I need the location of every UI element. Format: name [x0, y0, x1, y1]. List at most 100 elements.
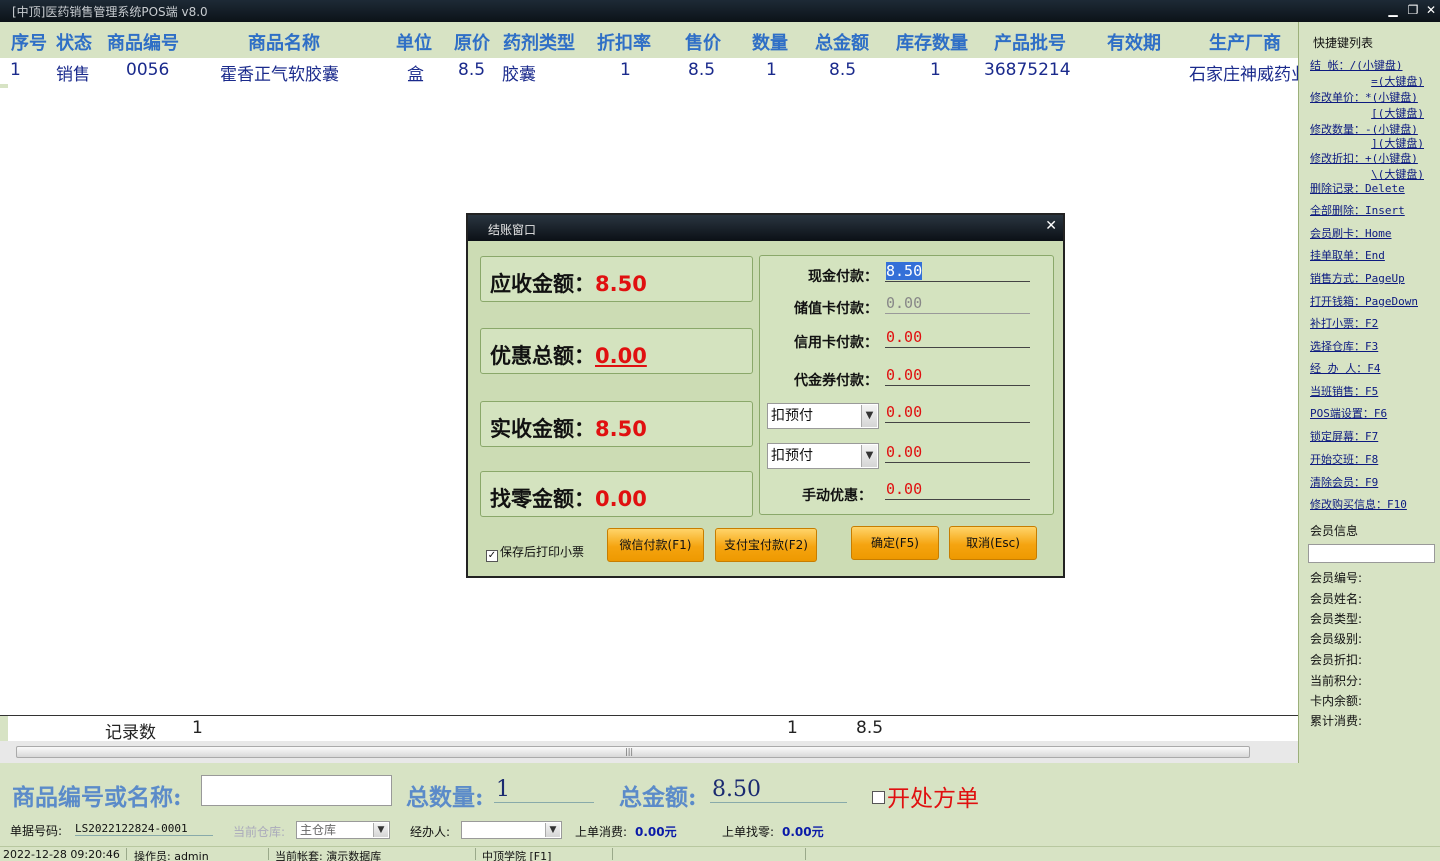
print-receipt-checkbox[interactable]: ✓ 保存后打印小票: [486, 543, 584, 562]
col-header-code[interactable]: 商品编号: [107, 29, 179, 55]
shortcut-edit-price[interactable]: 修改单价：*(小键盘): [1310, 89, 1418, 105]
cell-maker: 石家庄神威药业: [1189, 65, 1298, 85]
wechat-pay-button[interactable]: 微信付款(F1): [607, 528, 704, 562]
shortcut-edit-purchase[interactable]: 修改购买信息：F10: [1310, 496, 1407, 512]
manual-discount-input[interactable]: 0.00: [885, 480, 1030, 500]
voucher-label: 代金券付款：: [794, 373, 878, 389]
horizontal-scrollbar[interactable]: |||: [0, 741, 1298, 763]
discount-amount: 优惠总额：0.00: [490, 344, 647, 368]
col-header-batch[interactable]: 产品批号: [994, 29, 1066, 55]
total-amount-value: 8.50: [710, 777, 847, 803]
shortcut-member-card[interactable]: 会员刷卡：Home: [1310, 225, 1392, 241]
shortcut-checkout[interactable]: 结 帐：/(小键盘): [1310, 57, 1403, 73]
change-amount: 找零金额：0.00: [490, 487, 647, 511]
record-count-value: 1: [192, 718, 203, 738]
checkbox-icon[interactable]: [872, 791, 885, 804]
shortcut-handler[interactable]: 经 办 人：F4: [1310, 360, 1381, 376]
product-search-input[interactable]: [201, 775, 392, 806]
prepay-input-2[interactable]: 0.00: [885, 443, 1030, 463]
shortcut-checkout-alt[interactable]: =(大键盘): [1310, 73, 1424, 89]
chevron-down-icon[interactable]: ▼: [545, 823, 560, 837]
col-header-type[interactable]: 药剂类型: [503, 29, 575, 55]
stored-card-label: 储值卡付款：: [794, 301, 878, 317]
shortcut-clear-member[interactable]: 清除会员：F9: [1310, 474, 1378, 490]
cell-orig-price: 8.5: [458, 60, 486, 80]
total-qty-label: 总数量:: [406, 784, 484, 811]
receivable-box: 应收金额：8.50: [480, 256, 753, 302]
prescription-checkbox[interactable]: 开处方单: [872, 779, 979, 813]
chevron-down-icon[interactable]: ▼: [373, 823, 388, 837]
change-box: 找零金额：0.00: [480, 471, 753, 517]
shortcut-cash-drawer[interactable]: 打开钱箱：PageDown: [1310, 293, 1418, 309]
credit-card-input[interactable]: 0.00: [885, 328, 1030, 348]
alipay-button[interactable]: 支付宝付款(F2): [715, 528, 817, 562]
last-spend-value: 0.00元: [635, 825, 677, 839]
checkmark-icon[interactable]: ✓: [486, 550, 498, 562]
cell-unit: 盒: [407, 65, 424, 85]
shortcut-sale-mode[interactable]: 销售方式：PageUp: [1310, 270, 1405, 286]
table-row[interactable]: 1 销售 0056 霍香正气软胶囊 盒 8.5 胶囊 1 8.5 1 8.5 1…: [0, 58, 1298, 85]
member-field-points: 当前积分:: [1310, 674, 1363, 688]
col-header-qty[interactable]: 数量: [752, 29, 788, 55]
shortcut-edit-discount[interactable]: 修改折扣：+(小键盘): [1310, 150, 1418, 166]
shortcut-pos-settings[interactable]: POS端设置：F6: [1310, 405, 1387, 421]
col-header-status[interactable]: 状态: [56, 29, 92, 55]
shortcut-shift-sales[interactable]: 当班销售：F5: [1310, 383, 1378, 399]
cell-qty: 1: [766, 60, 777, 80]
handler-select[interactable]: ▼: [461, 821, 562, 839]
cell-price: 8.5: [688, 60, 716, 80]
col-header-no[interactable]: 序号: [11, 29, 47, 55]
shortcut-delete-record[interactable]: 删除记录：Delete: [1310, 180, 1405, 196]
prepay-select-1[interactable]: 扣预付 ▼: [767, 403, 879, 429]
member-field-no: 会员编号:: [1310, 571, 1363, 585]
doc-no-label: 单据号码:: [10, 824, 63, 838]
minimize-icon[interactable]: ▁: [1384, 1, 1402, 19]
window-title: [中顶]医药销售管理系统POS端 v8.0: [12, 5, 208, 19]
shortcut-handover[interactable]: 开始交班：F8: [1310, 451, 1378, 467]
col-header-unit[interactable]: 单位: [396, 29, 432, 55]
col-header-name[interactable]: 商品名称: [248, 29, 320, 55]
cash-input[interactable]: 8.50: [885, 262, 1030, 282]
dialog-title-bar[interactable]: 结账窗口 ✕: [468, 215, 1063, 241]
shortcut-hold-order[interactable]: 挂单取单：End: [1310, 247, 1385, 263]
shortcut-lock-screen[interactable]: 锁定屏幕：F7: [1310, 428, 1378, 444]
voucher-input[interactable]: 0.00: [885, 366, 1030, 386]
cell-total: 8.5: [829, 60, 857, 80]
member-field-discount: 会员折扣:: [1310, 653, 1363, 667]
doc-no-value: LS2022122824-0001: [75, 822, 213, 836]
shortcut-edit-price-alt[interactable]: [(大键盘): [1310, 105, 1424, 121]
shortcut-warehouse[interactable]: 选择仓库：F3: [1310, 338, 1378, 354]
received-amount: 实收金额：8.50: [490, 417, 647, 441]
col-header-expiry[interactable]: 有效期: [1107, 29, 1161, 55]
col-header-total[interactable]: 总金额: [815, 29, 869, 55]
chevron-down-icon[interactable]: ▼: [861, 445, 877, 467]
member-field-type: 会员类型:: [1310, 612, 1363, 626]
status-datetime: 2022-12-28 09:20:46: [3, 848, 120, 861]
warehouse-label: 当前仓库:: [233, 825, 286, 839]
grid-header: 序号 状态 商品编号 商品名称 单位 原价 药剂类型 折扣率 售价 数量 总金额…: [0, 22, 1298, 58]
restore-icon[interactable]: ❐: [1404, 1, 1422, 19]
col-header-price[interactable]: 售价: [685, 29, 721, 55]
warehouse-select[interactable]: 主仓库 ▼: [296, 821, 390, 839]
stored-card-input[interactable]: 0.00: [885, 294, 1030, 314]
close-icon[interactable]: ✕: [1422, 1, 1440, 19]
col-header-maker[interactable]: 生产厂商: [1209, 29, 1281, 55]
confirm-button[interactable]: 确定(F5): [851, 526, 939, 560]
title-bar: [中顶]医药销售管理系统POS端 v8.0 ▁ ❐ ✕: [0, 0, 1440, 22]
shortcut-delete-all[interactable]: 全部删除：Insert: [1310, 202, 1405, 218]
chevron-down-icon[interactable]: ▼: [861, 405, 877, 427]
col-header-orig-price[interactable]: 原价: [454, 29, 490, 55]
shortcut-edit-qty-alt[interactable]: ](大键盘): [1310, 135, 1424, 151]
record-count-label: 记录数: [105, 723, 156, 743]
total-qty-value: 1: [494, 777, 594, 803]
close-icon[interactable]: ✕: [1045, 218, 1057, 234]
member-field-total-spend: 累计消费:: [1310, 714, 1363, 728]
status-company: 中顶学院 [F1]: [482, 850, 552, 861]
member-search-input[interactable]: [1308, 544, 1435, 563]
shortcut-reprint[interactable]: 补打小票：F2: [1310, 315, 1378, 331]
col-header-discount[interactable]: 折扣率: [597, 29, 651, 55]
cancel-button[interactable]: 取消(Esc): [949, 526, 1037, 560]
prepay-select-2[interactable]: 扣预付 ▼: [767, 443, 879, 469]
col-header-stock[interactable]: 库存数量: [896, 29, 968, 55]
prepay-input-1[interactable]: 0.00: [885, 403, 1030, 423]
